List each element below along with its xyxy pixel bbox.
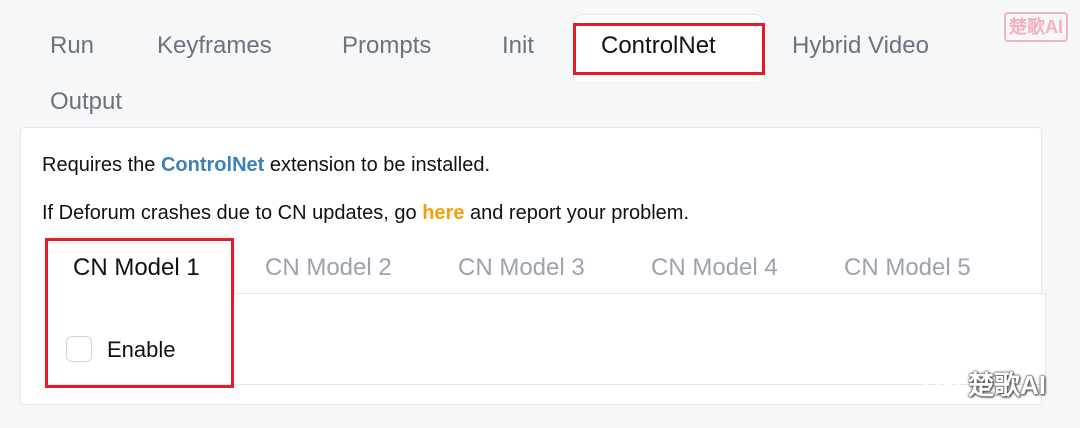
tab-keyframes[interactable]: Keyframes <box>157 34 272 58</box>
crash-prefix: If Deforum crashes due to CN updates, go <box>42 202 423 224</box>
tab-run[interactable]: Run <box>50 34 94 58</box>
highlight-cn-model-1 <box>45 238 234 388</box>
tab-cn-model-5[interactable]: CN Model 5 <box>844 254 971 282</box>
controlnet-link[interactable]: ControlNet <box>161 154 264 176</box>
watermark-bottom: 楚歌AI <box>922 365 1062 401</box>
wechat-icon <box>923 369 960 396</box>
here-link[interactable]: here <box>422 202 464 224</box>
tab-cn-model-3[interactable]: CN Model 3 <box>458 254 585 282</box>
requires-suffix: extension to be installed. <box>264 154 490 176</box>
crash-line: If Deforum crashes due to CN updates, go… <box>42 202 689 225</box>
highlight-controlnet-tab <box>573 23 765 75</box>
requires-prefix: Requires the <box>42 154 161 176</box>
requires-line: Requires the ControlNet extension to be … <box>42 154 490 177</box>
tab-cn-model-2[interactable]: CN Model 2 <box>265 254 392 282</box>
crash-suffix: and report your problem. <box>464 202 690 224</box>
watermark-bottom-text: 楚歌AI <box>968 369 1047 400</box>
tab-hybrid-video[interactable]: Hybrid Video <box>792 34 929 58</box>
tab-output[interactable]: Output <box>50 90 122 114</box>
watermark-top: 楚歌AI <box>1004 12 1068 42</box>
tab-prompts[interactable]: Prompts <box>342 34 431 58</box>
tab-init[interactable]: Init <box>502 34 534 58</box>
tab-cn-model-4[interactable]: CN Model 4 <box>651 254 778 282</box>
